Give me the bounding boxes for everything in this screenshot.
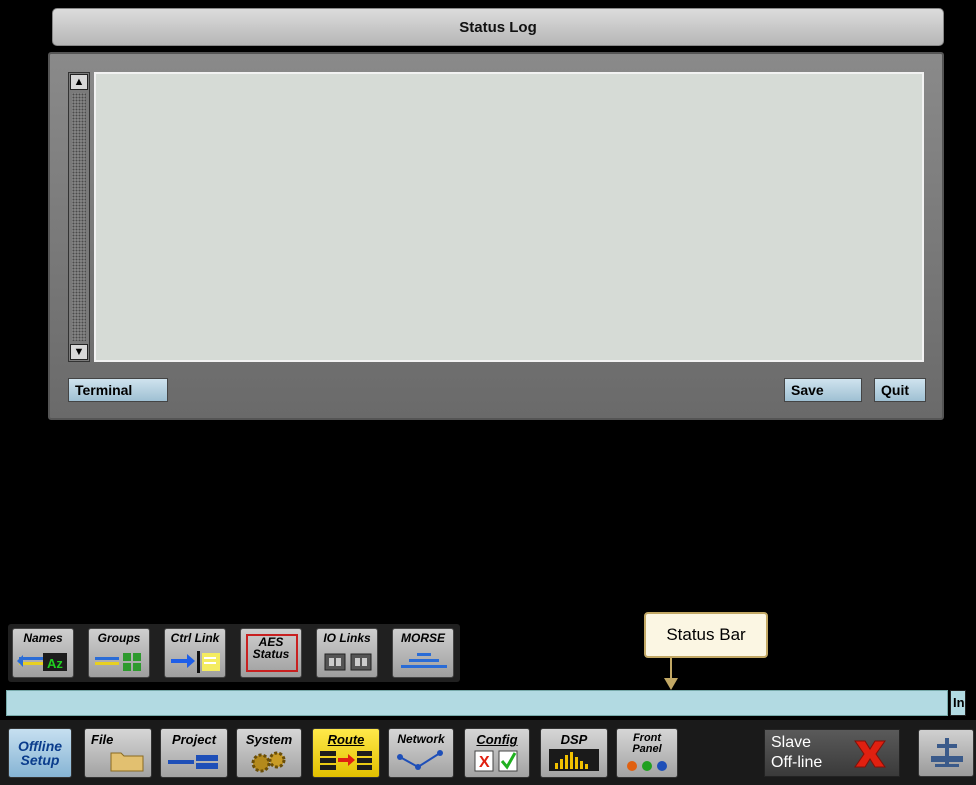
morse-icon	[401, 653, 447, 668]
slave-status-indicator: Slave Off-line	[764, 729, 900, 777]
system-button[interactable]: System	[236, 728, 302, 778]
io-links-icon	[324, 653, 372, 671]
route-arrow-icon	[320, 751, 372, 770]
front-panel-icon	[627, 761, 667, 771]
console-button[interactable]	[918, 729, 974, 777]
slave-status-line2: Off-line	[771, 754, 823, 771]
folder-icon	[110, 752, 144, 772]
file-button[interactable]: File	[84, 728, 152, 778]
status-bar-indicator[interactable]: In	[950, 690, 966, 716]
groups-grid-icon	[95, 653, 141, 671]
morse-button[interactable]: MORSE	[392, 628, 454, 678]
offline-setup-button[interactable]: Offline Setup	[8, 728, 72, 778]
terminal-button[interactable]: Terminal	[68, 378, 168, 402]
svg-text:Az: Az	[47, 656, 63, 671]
status-bar-callout: Status Bar	[644, 612, 768, 658]
route-button[interactable]: Route	[312, 728, 380, 778]
config-check-icon: X	[474, 750, 518, 772]
log-scrollbar[interactable]: ▲ ▼	[68, 72, 90, 362]
quit-button[interactable]: Quit	[874, 378, 926, 402]
callout-line	[670, 658, 672, 680]
aes-status-button[interactable]: AES Status	[240, 628, 302, 678]
ctrl-link-button[interactable]: Ctrl Link	[164, 628, 226, 678]
status-log-title-bar: Status Log	[52, 8, 944, 46]
save-button[interactable]: Save	[784, 378, 862, 402]
ctrl-link-icon	[171, 651, 220, 673]
scroll-up-button[interactable]: ▲	[70, 74, 88, 90]
svg-text:X: X	[479, 754, 490, 771]
groups-button[interactable]: Groups	[88, 628, 150, 678]
gears-icon	[251, 751, 286, 773]
log-text-area[interactable]	[94, 72, 924, 362]
io-links-button[interactable]: IO Links	[316, 628, 378, 678]
names-az-icon: Az	[17, 653, 67, 671]
window-title: Status Log	[459, 18, 537, 36]
config-button[interactable]: Config X	[464, 728, 530, 778]
project-icon	[168, 755, 218, 769]
scroll-down-button[interactable]: ▼	[70, 344, 88, 360]
front-panel-button[interactable]: Front Panel	[616, 728, 678, 778]
offline-setup-label: Offline Setup	[17, 738, 63, 768]
sub-toolbar: Names Az Groups Ctrl Link AES Status IO …	[8, 624, 460, 682]
scroll-track[interactable]	[72, 93, 86, 341]
red-x-icon	[854, 740, 886, 768]
dsp-meter-icon	[549, 749, 599, 771]
console-icon	[931, 738, 963, 767]
names-button[interactable]: Names Az	[12, 628, 74, 678]
dsp-button[interactable]: DSP	[540, 728, 608, 778]
network-icon	[397, 750, 443, 770]
project-button[interactable]: Project	[160, 728, 228, 778]
slave-status-line1: Slave	[771, 734, 812, 751]
status-bar	[6, 690, 948, 716]
network-button[interactable]: Network	[388, 728, 454, 778]
callout-arrow-icon	[664, 678, 678, 690]
